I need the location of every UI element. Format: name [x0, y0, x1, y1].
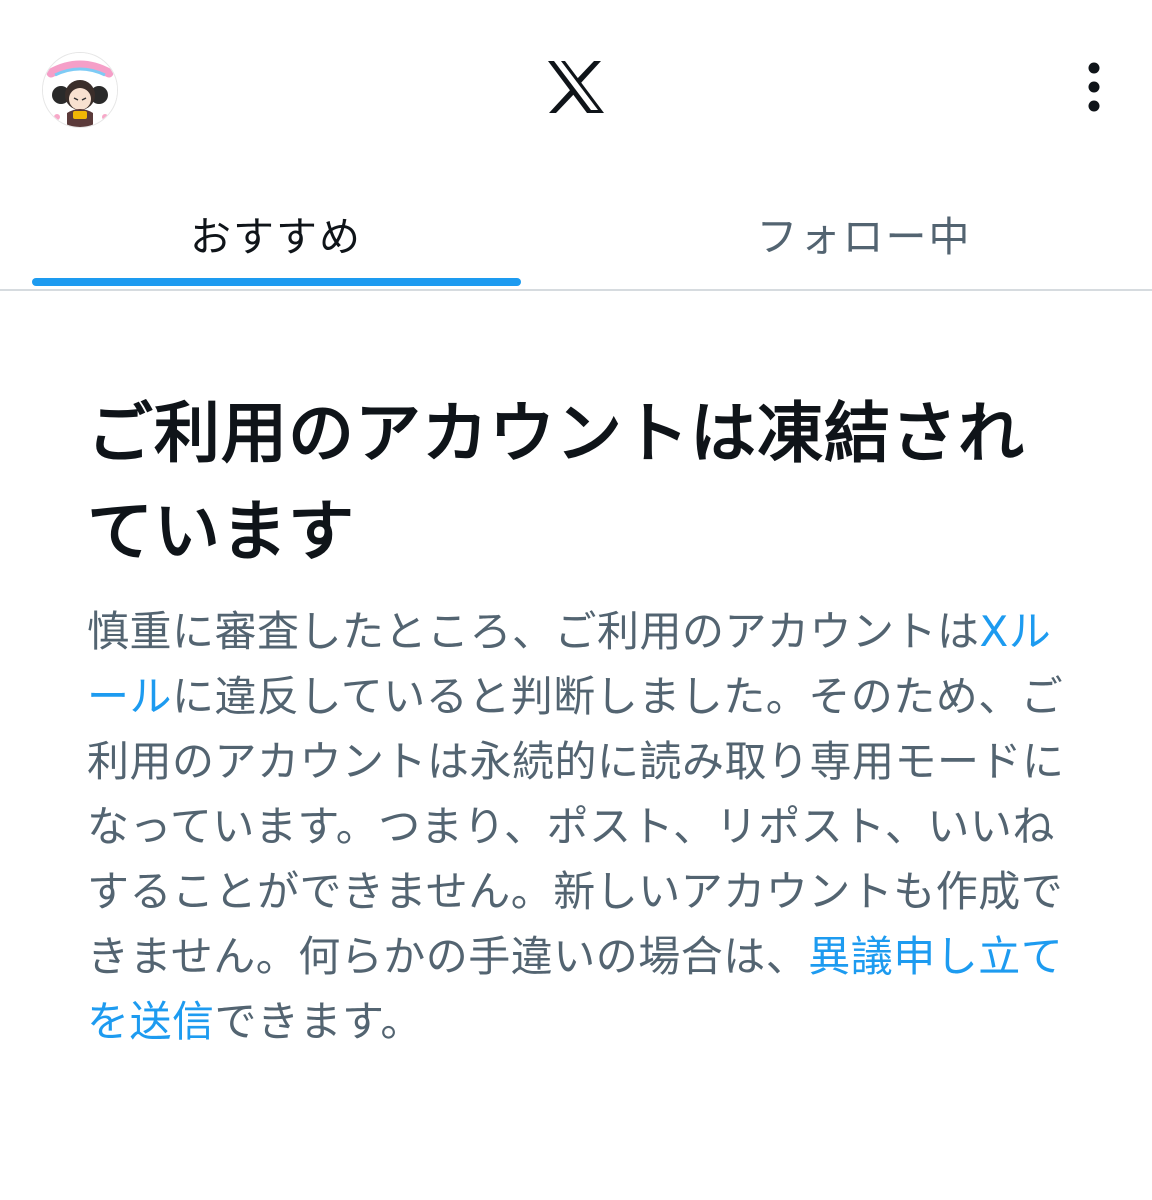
tabs-divider: [0, 289, 1152, 291]
tab-following[interactable]: フォロー中: [576, 175, 1152, 289]
suspension-notice: ご利用のアカウントは凍結されています 慎重に審査したところ、ご利用のアカウントは…: [87, 385, 1077, 1054]
more-options-icon[interactable]: [1072, 58, 1116, 118]
x-logo-icon[interactable]: [546, 60, 606, 114]
tab-following-label: フォロー中: [756, 213, 972, 261]
avatar[interactable]: [42, 52, 118, 128]
active-tab-indicator: [32, 278, 521, 286]
top-bar: [0, 0, 1152, 175]
avatar-image: [43, 53, 117, 127]
notice-title: ご利用のアカウントは凍結されています: [87, 395, 1025, 570]
notice-body: 慎重に審査したところ、ご利用のアカウントはXルールに違反していると判断しました。…: [87, 599, 1077, 1054]
tab-recommended[interactable]: おすすめ: [0, 175, 552, 289]
notice-body-part1: 慎重に審査したところ、ご利用のアカウントは: [87, 607, 980, 656]
timeline-tabs: おすすめ フォロー中: [0, 175, 1152, 289]
tab-recommended-label: おすすめ: [190, 213, 362, 261]
notice-body-part3: できます。: [214, 997, 423, 1046]
